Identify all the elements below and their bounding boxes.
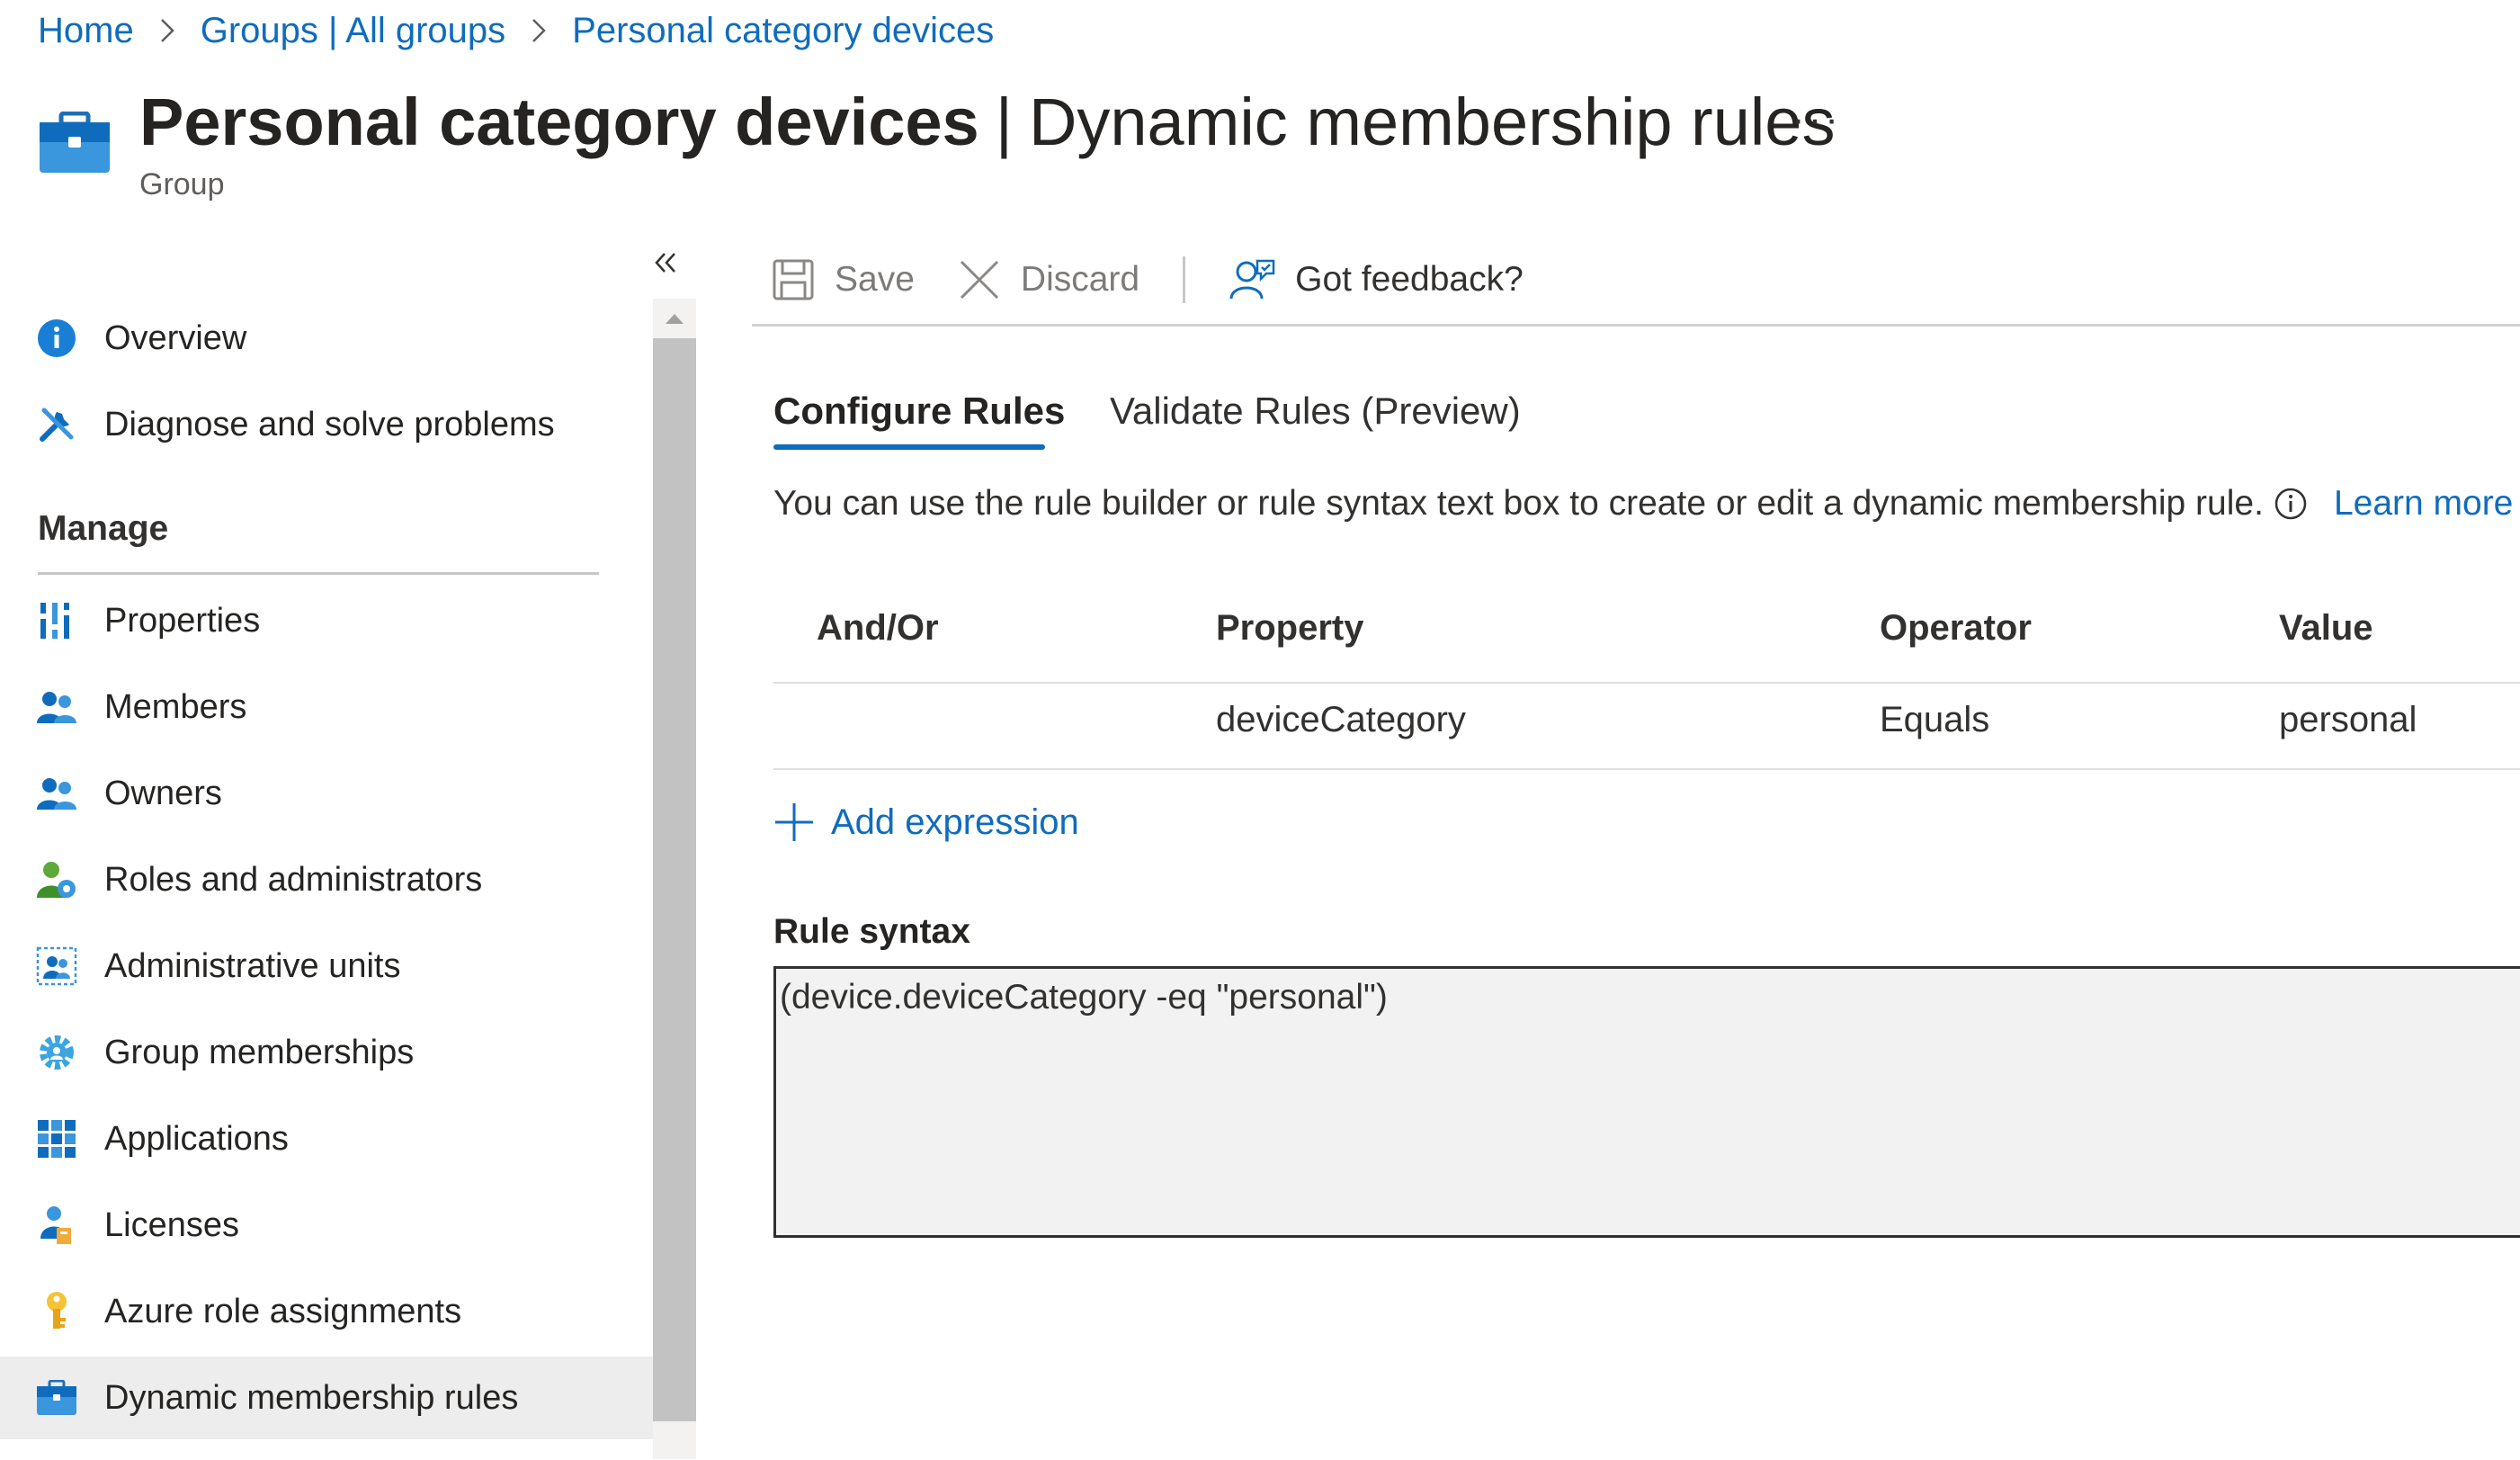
info-icon [36, 318, 77, 359]
close-icon [958, 258, 1001, 301]
table-row-divider [773, 768, 2520, 770]
learn-more-link[interactable]: Learn more [2334, 484, 2513, 524]
page-title: Personal category devices | Dynamic member… [139, 85, 1836, 159]
cell-value[interactable]: personal [2279, 700, 2417, 740]
key-icon [36, 1291, 77, 1332]
sidebar-item-licenses[interactable]: Licenses [0, 1184, 653, 1267]
plus-icon [773, 802, 815, 843]
sidebar-item-roles[interactable]: Roles and administrators [0, 838, 653, 921]
description-text: You can use the rule builder or rule syn… [773, 484, 2514, 524]
sidebar-item-azure-role-assignments[interactable]: Azure role assignments [0, 1270, 653, 1353]
double-chevron-left-icon [655, 253, 675, 273]
owners-icon [36, 773, 77, 814]
sidebar-scrollbar-thumb[interactable] [653, 338, 696, 1421]
sidebar-item-overview[interactable]: Overview [0, 297, 653, 380]
column-header-and-or: And/Or [817, 608, 939, 648]
scroll-up-button[interactable] [653, 299, 696, 338]
page-subtitle: Group [139, 167, 225, 202]
grid-icon [36, 1118, 77, 1160]
collapse-sidebar-button[interactable] [646, 243, 685, 282]
add-expression-button[interactable]: Add expression [773, 795, 1079, 849]
chevron-right-icon [531, 17, 547, 44]
table-header-divider [773, 682, 2520, 684]
active-tab-indicator [773, 444, 1045, 450]
command-bar: Save Discard Got feedback? [772, 248, 1567, 311]
toolbox-icon [36, 1377, 77, 1419]
sidebar-item-owners[interactable]: Owners [0, 752, 653, 835]
more-options-button[interactable]: ··· [1792, 97, 1842, 142]
breadcrumb-group[interactable]: Personal category devices [572, 11, 994, 51]
section-manage: Manage [38, 509, 169, 548]
breadcrumb: Home Groups | All groups Personal catego… [38, 5, 994, 56]
cell-operator[interactable]: Equals [1880, 700, 1989, 740]
save-button[interactable]: Save [772, 258, 915, 301]
rule-syntax-label: Rule syntax [773, 912, 970, 951]
sidebar-item-admin-units[interactable]: Administrative units [0, 925, 653, 1008]
info-icon[interactable] [2274, 488, 2307, 520]
breadcrumb-home[interactable]: Home [38, 11, 134, 51]
triangle-up-icon [666, 314, 684, 324]
gear-icon [36, 1032, 77, 1073]
toolbar-divider-line [752, 324, 2520, 327]
roles-icon [36, 859, 77, 900]
sidebar-item-dynamic-membership-rules[interactable]: Dynamic membership rules [0, 1357, 653, 1439]
toolbar-divider [1183, 256, 1186, 303]
tab-configure-rules[interactable]: Configure Rules [773, 376, 1065, 446]
column-header-operator: Operator [1880, 608, 2032, 648]
sidebar-item-group-memberships[interactable]: Group memberships [0, 1011, 653, 1094]
tab-validate-rules[interactable]: Validate Rules (Preview) [1110, 376, 1521, 446]
sidebar-item-members[interactable]: Members [0, 666, 653, 748]
properties-icon [36, 600, 77, 641]
column-header-value: Value [2279, 608, 2373, 648]
licenses-icon [36, 1205, 77, 1246]
sidebar-item-applications[interactable]: Applications [0, 1097, 653, 1180]
breadcrumb-groups[interactable]: Groups | All groups [201, 11, 505, 51]
rule-syntax-textbox[interactable]: (device.deviceCategory -eq "personal") [773, 966, 2520, 1238]
toolbox-icon [38, 111, 112, 175]
feedback-icon [1229, 257, 1275, 302]
members-icon [36, 686, 77, 728]
section-divider [38, 572, 599, 575]
chevron-right-icon [159, 17, 175, 44]
admin-units-icon [36, 945, 77, 987]
sidebar-item-properties[interactable]: Properties [0, 579, 653, 662]
feedback-button[interactable]: Got feedback? [1229, 257, 1524, 302]
cell-property[interactable]: deviceCategory [1216, 700, 1466, 740]
save-icon [772, 258, 815, 301]
column-header-property: Property [1216, 608, 1364, 648]
discard-button[interactable]: Discard [958, 258, 1139, 301]
wrench-icon [36, 404, 77, 445]
sidebar-item-diagnose[interactable]: Diagnose and solve problems [0, 383, 653, 466]
